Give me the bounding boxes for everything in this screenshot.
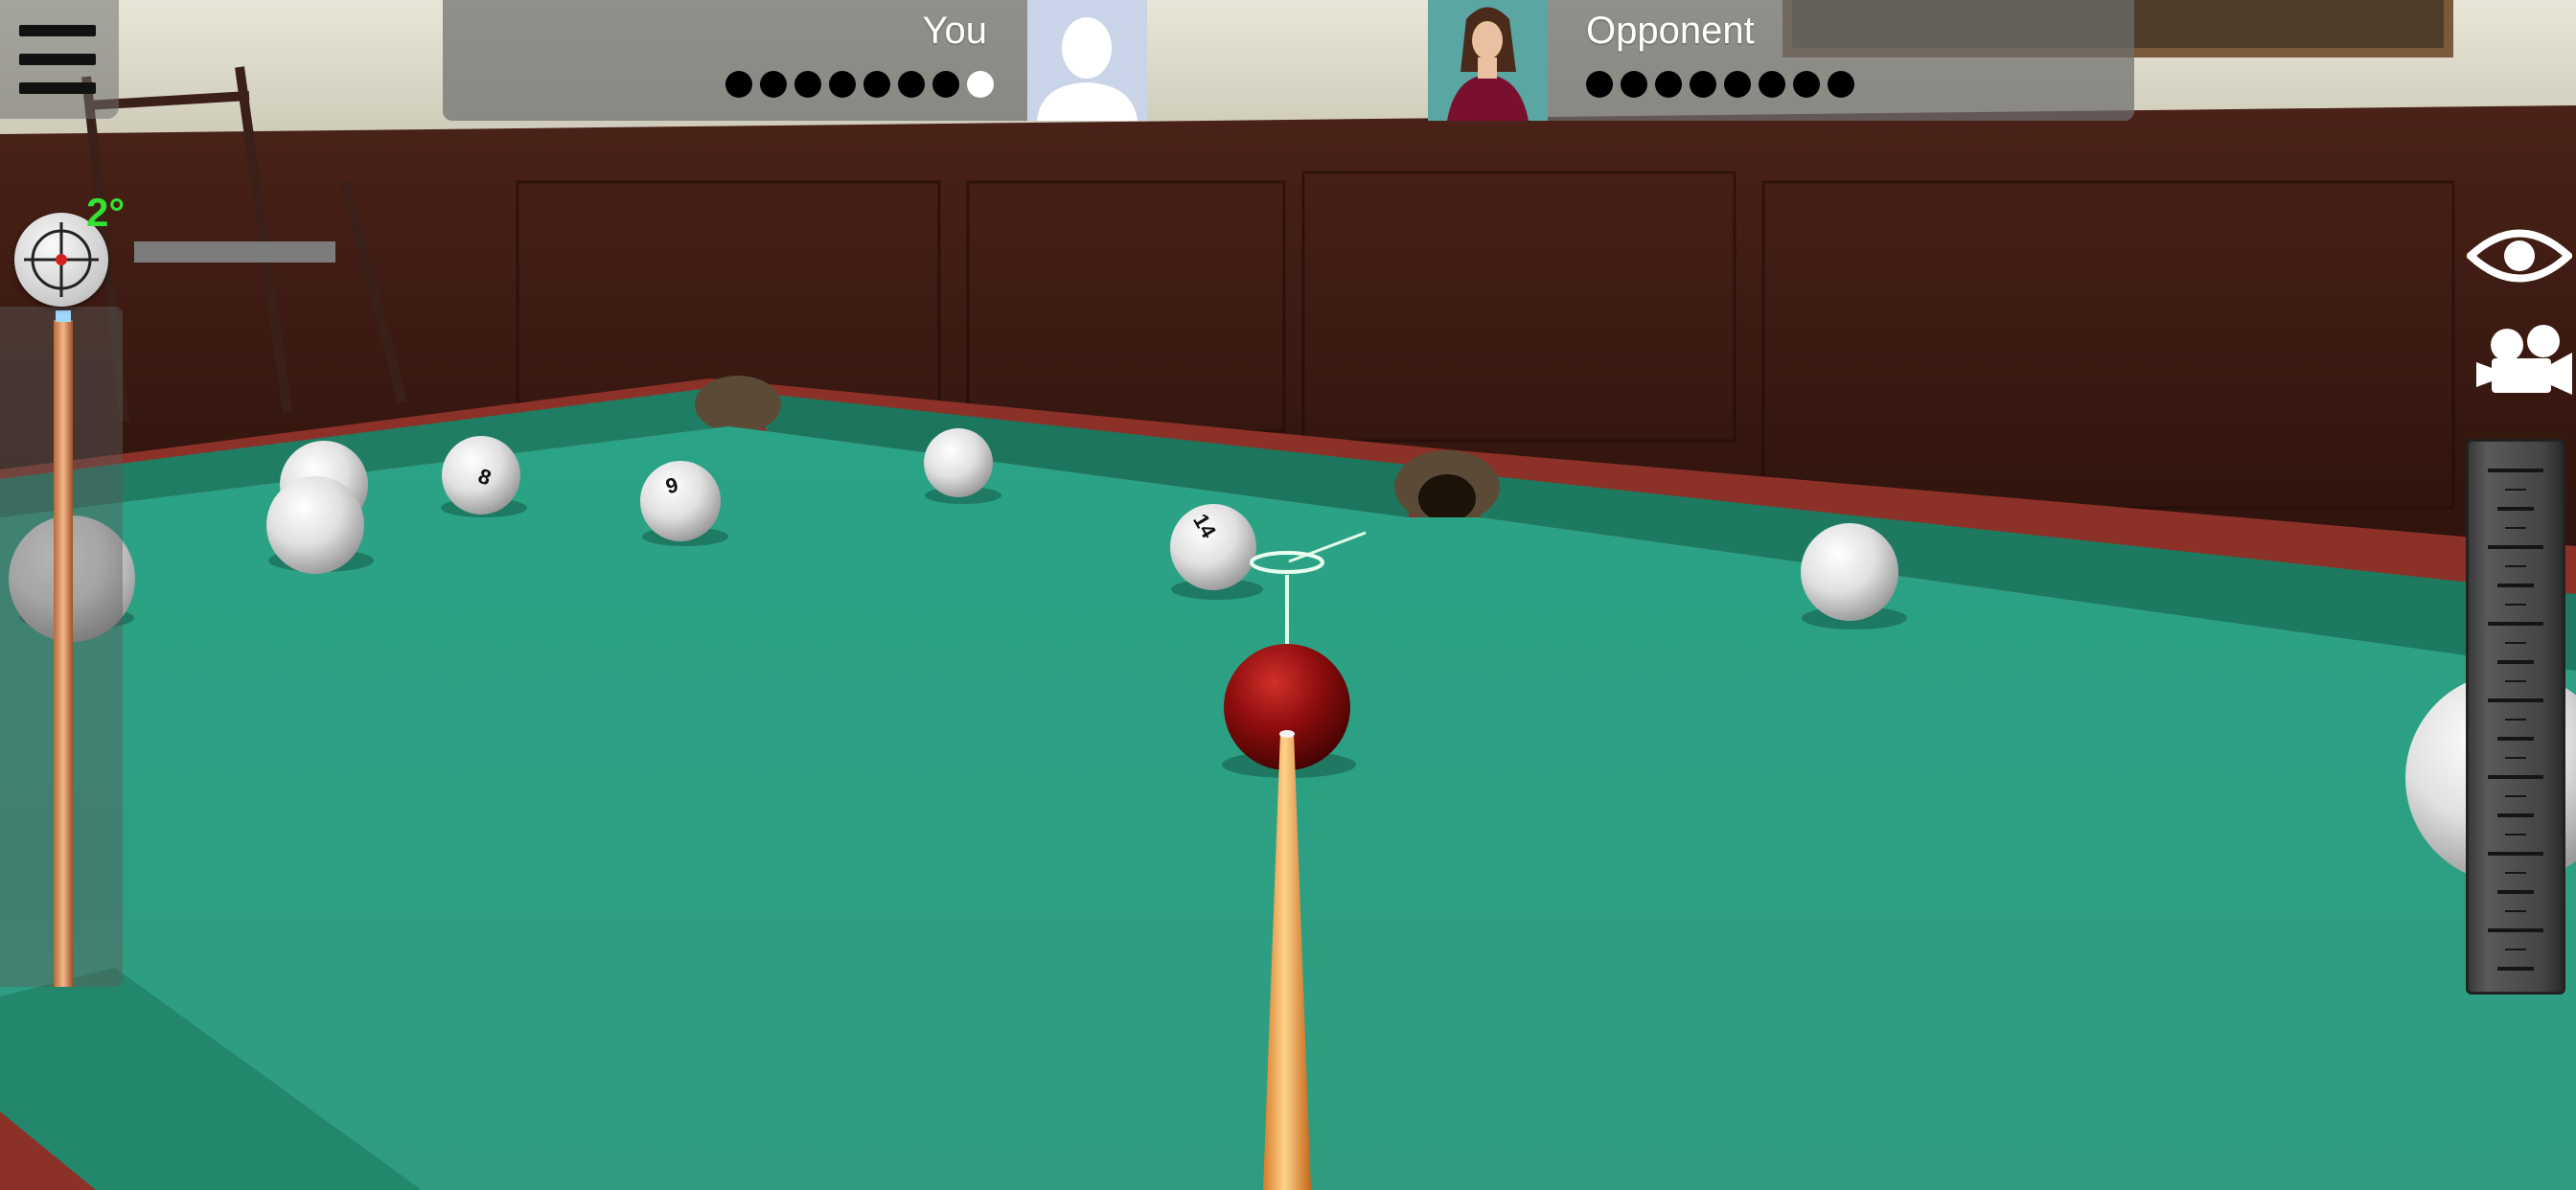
ball-counter-you: [725, 71, 994, 98]
object-ball-8: 8: [442, 436, 520, 515]
ball-indicator: [1793, 71, 1820, 98]
object-ball-14: 14: [1170, 504, 1256, 590]
ball-indicator: [1724, 71, 1751, 98]
player-panel-you: You: [443, 0, 1147, 121]
hamburger-icon: [19, 25, 96, 36]
ball-counter-opponent: [1586, 71, 1854, 98]
ball-indicator: [725, 71, 752, 98]
camera-button[interactable]: [2472, 324, 2572, 399]
player-panel-opponent: Opponent: [1428, 0, 2134, 121]
power-scale: [2488, 469, 2543, 971]
ball-indicator: [1690, 71, 1716, 98]
hamburger-icon: [19, 54, 96, 65]
object-ball: [924, 428, 993, 497]
ball-indicator: [829, 71, 856, 98]
default-avatar-icon: [1027, 0, 1147, 121]
ball-indicator: [863, 71, 890, 98]
view-button[interactable]: [2465, 222, 2574, 289]
ball-indicator: [1828, 71, 1854, 98]
ball-indicator: [1586, 71, 1613, 98]
cue-elevation-slider[interactable]: [50, 310, 77, 987]
opponent-avatar-icon: [1428, 0, 1548, 121]
movie-camera-icon: [2476, 325, 2572, 395]
pool-table-scene[interactable]: 8 9 14: [0, 0, 2576, 1190]
ball-indicator: [1759, 71, 1785, 98]
player-name-opponent: Opponent: [1586, 10, 1755, 52]
menu-button[interactable]: [0, 0, 119, 119]
ball-indicator: [1621, 71, 1647, 98]
ball-indicator: [898, 71, 925, 98]
object-ball: [1801, 523, 1898, 621]
cue-angle-label: 2°: [86, 190, 126, 235]
avatar-you[interactable]: [1027, 0, 1147, 121]
player-name-you: You: [922, 10, 988, 52]
object-ball-9: 9: [640, 461, 721, 541]
ball-indicator: [794, 71, 821, 98]
ball-indicator: [1655, 71, 1682, 98]
hamburger-icon: [19, 82, 96, 94]
shot-power-slider[interactable]: [2466, 439, 2565, 995]
ball-indicator: [760, 71, 787, 98]
eye-icon: [2465, 229, 2574, 283]
ball-indicator: [932, 71, 959, 98]
object-ball: [266, 476, 364, 574]
avatar-opponent[interactable]: [1428, 0, 1548, 121]
ball-indicator: [967, 71, 994, 98]
